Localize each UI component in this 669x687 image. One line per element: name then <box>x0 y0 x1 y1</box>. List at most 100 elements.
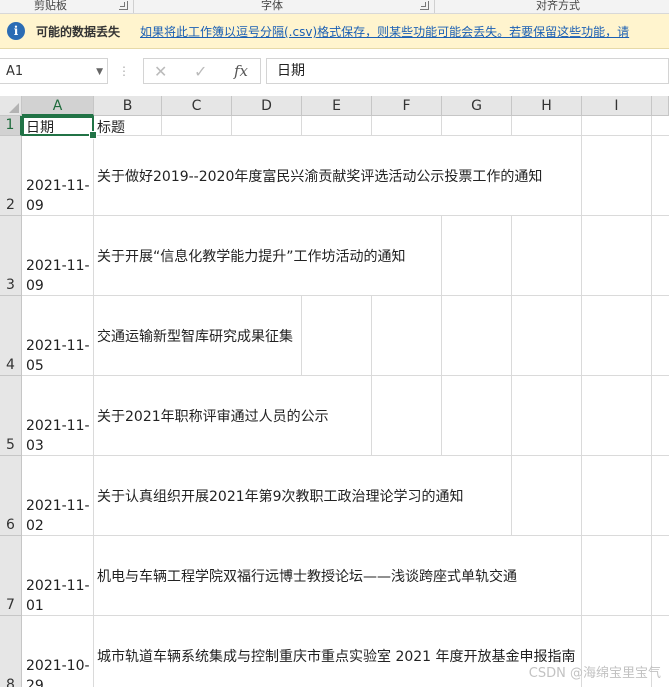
row-header-3[interactable]: 3 <box>0 216 22 296</box>
title-cell[interactable]: 机电与车辆工程学院双福行远博士教授论坛——浅谈跨座式单轨交通 <box>97 566 517 586</box>
column-gridline <box>581 216 582 296</box>
column-gridline <box>371 116 372 136</box>
column-gridline <box>581 136 582 216</box>
name-box-value: A1 <box>6 64 24 79</box>
row-header-2[interactable]: 2 <box>0 136 22 216</box>
column-gridline <box>93 216 94 296</box>
column-header-h[interactable]: H <box>512 96 582 116</box>
date-cell[interactable]: 2021-11-09 <box>26 256 92 296</box>
row-number: 7 <box>6 597 15 613</box>
column-gridline <box>651 116 652 136</box>
column-gridline <box>651 536 652 616</box>
column-gridline <box>651 376 652 456</box>
column-gridline <box>371 376 372 456</box>
column-gridline <box>371 296 372 376</box>
title-cell[interactable]: 关于认真组织开展2021年第9次教职工政治理论学习的通知 <box>97 486 464 506</box>
column-header-g[interactable]: G <box>442 96 512 116</box>
column-gridline <box>301 116 302 136</box>
font-launcher-icon[interactable] <box>420 1 429 10</box>
row-header-7[interactable]: 7 <box>0 536 22 616</box>
date-cell[interactable]: 2021-11-02 <box>26 496 92 536</box>
column-gridline <box>301 296 302 376</box>
column-gridline <box>441 296 442 376</box>
column-gridline <box>581 296 582 376</box>
cancel-icon[interactable]: ✕ <box>154 62 167 81</box>
ribbon-group-alignment: 对齐方式 <box>536 0 580 12</box>
row-header-1[interactable]: 1 <box>0 116 22 136</box>
row-gridline <box>22 535 669 536</box>
row-gridline <box>22 295 669 296</box>
fill-handle[interactable] <box>89 131 97 139</box>
column-header-c[interactable]: C <box>162 96 232 116</box>
column-gridline <box>93 376 94 456</box>
row-header-8[interactable]: 8 <box>0 616 22 687</box>
ribbon-group-clipboard: 剪贴板 <box>34 0 67 12</box>
column-header-e[interactable]: E <box>302 96 372 116</box>
column-gridline <box>581 376 582 456</box>
formula-buttons: ✕ ✓ fx <box>143 58 261 84</box>
column-gridline <box>441 376 442 456</box>
row-number: 8 <box>6 677 15 687</box>
column-gridline <box>651 456 652 536</box>
column-gridline <box>441 216 442 296</box>
title-cell[interactable]: 交通运输新型智库研究成果征集 <box>97 326 293 346</box>
column-gridline <box>161 116 162 136</box>
column-gridline <box>511 216 512 296</box>
column-gridline <box>581 536 582 616</box>
column-header-a[interactable]: A <box>22 96 94 116</box>
row-number: 4 <box>6 357 15 373</box>
row-number: 2 <box>6 197 15 213</box>
date-cell[interactable]: 2021-11-05 <box>26 336 92 376</box>
date-cell[interactable]: 2021-10-29 <box>26 656 92 687</box>
column-gridline <box>651 136 652 216</box>
column-header-d[interactable]: D <box>232 96 302 116</box>
data-loss-message-bar: i 可能的数据丢失 如果将此工作簿以逗号分隔(.csv)格式保存，则某些功能可能… <box>0 14 669 49</box>
date-cell[interactable]: 2021-11-09 <box>26 176 92 216</box>
column-header-i[interactable]: I <box>582 96 652 116</box>
column-gridline <box>93 136 94 216</box>
row-number: 6 <box>6 517 15 533</box>
formula-bar: A1 ▼ ⋮ ✕ ✓ fx 日期 <box>0 58 669 86</box>
title-cell[interactable]: 关于做好2019--2020年度富民兴渝贡献奖评选活动公示投票工作的通知 <box>97 166 542 186</box>
splitter-handle-icon[interactable]: ⋮ <box>118 64 130 78</box>
column-header-partial[interactable] <box>652 96 669 116</box>
ribbon-separator <box>133 0 134 13</box>
name-box[interactable]: A1 ▼ <box>0 58 108 84</box>
row-gridline <box>22 455 669 456</box>
column-header-f[interactable]: F <box>372 96 442 116</box>
date-cell[interactable]: 2021-11-03 <box>26 416 92 456</box>
date-cell[interactable]: 2021-11-01 <box>26 576 92 616</box>
active-cell-border <box>22 116 94 136</box>
row-number: 5 <box>6 437 15 453</box>
ribbon-separator <box>434 0 435 13</box>
select-all-button[interactable] <box>0 96 22 116</box>
title-cell[interactable]: 关于2021年职称评审通过人员的公示 <box>97 406 329 426</box>
ribbon-group-labels: 剪贴板 字体 对齐方式 <box>0 0 669 14</box>
row-header-5[interactable]: 5 <box>0 376 22 456</box>
title-cell[interactable]: 城市轨道车辆系统集成与控制重庆市重点实验室 2021 年度开放基金申报指南 <box>97 646 576 666</box>
insert-function-icon[interactable]: fx <box>234 62 248 80</box>
worksheet-grid[interactable]: ABCDEFGHI 1 日期 标题 2 2021-11-09 关于做好2019--2020… <box>0 96 669 687</box>
column-gridline <box>93 536 94 616</box>
watermark: CSDN @海绵宝里宝气 <box>528 666 661 681</box>
formula-input[interactable]: 日期 <box>266 58 669 84</box>
row-header-6[interactable]: 6 <box>0 456 22 536</box>
chevron-down-icon[interactable]: ▼ <box>96 59 103 85</box>
column-gridline <box>511 376 512 456</box>
message-link[interactable]: 如果将此工作簿以逗号分隔(.csv)格式保存，则某些功能可能会丢失。若要保留这些… <box>140 23 629 40</box>
column-gridline <box>511 456 512 536</box>
ribbon-group-font: 字体 <box>261 0 283 12</box>
column-gridline <box>511 116 512 136</box>
column-header-b[interactable]: B <box>94 96 162 116</box>
title-cell[interactable]: 关于开展“信息化教学能力提升”工作坊活动的通知 <box>97 246 406 266</box>
title-cell[interactable]: 标题 <box>97 117 125 137</box>
enter-check-icon[interactable]: ✓ <box>194 62 207 81</box>
column-gridline <box>511 296 512 376</box>
column-gridline <box>231 116 232 136</box>
column-gridline <box>581 456 582 536</box>
column-gridline <box>93 616 94 687</box>
clipboard-launcher-icon[interactable] <box>119 1 128 10</box>
column-gridline <box>581 116 582 136</box>
row-number: 1 <box>5 117 15 133</box>
row-header-4[interactable]: 4 <box>0 296 22 376</box>
